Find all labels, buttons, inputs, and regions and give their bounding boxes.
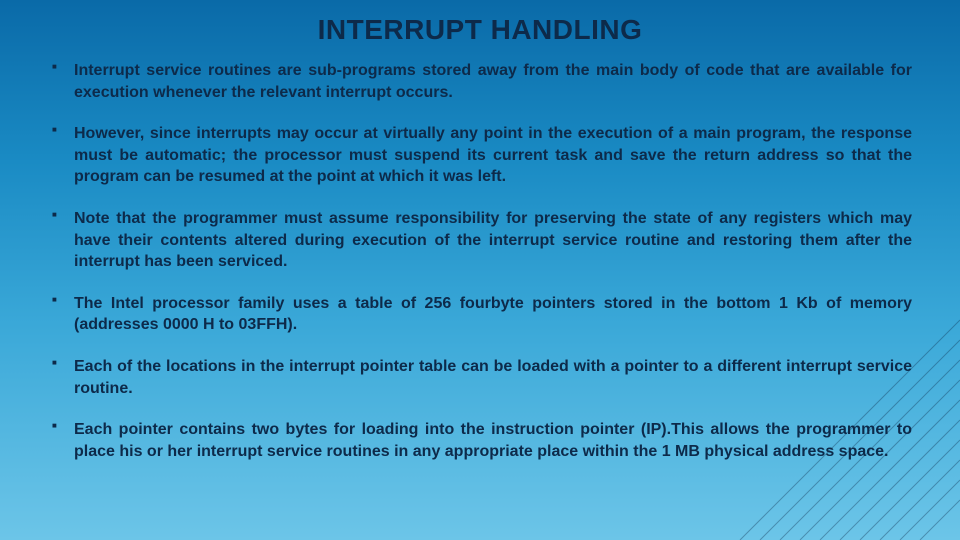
slide-container: INTERRUPT HANDLING Interrupt service rou… <box>0 0 960 540</box>
bullet-item: Each pointer contains two bytes for load… <box>48 419 912 462</box>
bullet-item: The Intel processor family uses a table … <box>48 293 912 336</box>
bullet-item: Interrupt service routines are sub-progr… <box>48 60 912 103</box>
bullet-list: Interrupt service routines are sub-progr… <box>48 60 912 462</box>
bullet-item: Each of the locations in the interrupt p… <box>48 356 912 399</box>
bullet-item: However, since interrupts may occur at v… <box>48 123 912 188</box>
slide-title: INTERRUPT HANDLING <box>48 14 912 46</box>
bullet-item: Note that the programmer must assume res… <box>48 208 912 273</box>
